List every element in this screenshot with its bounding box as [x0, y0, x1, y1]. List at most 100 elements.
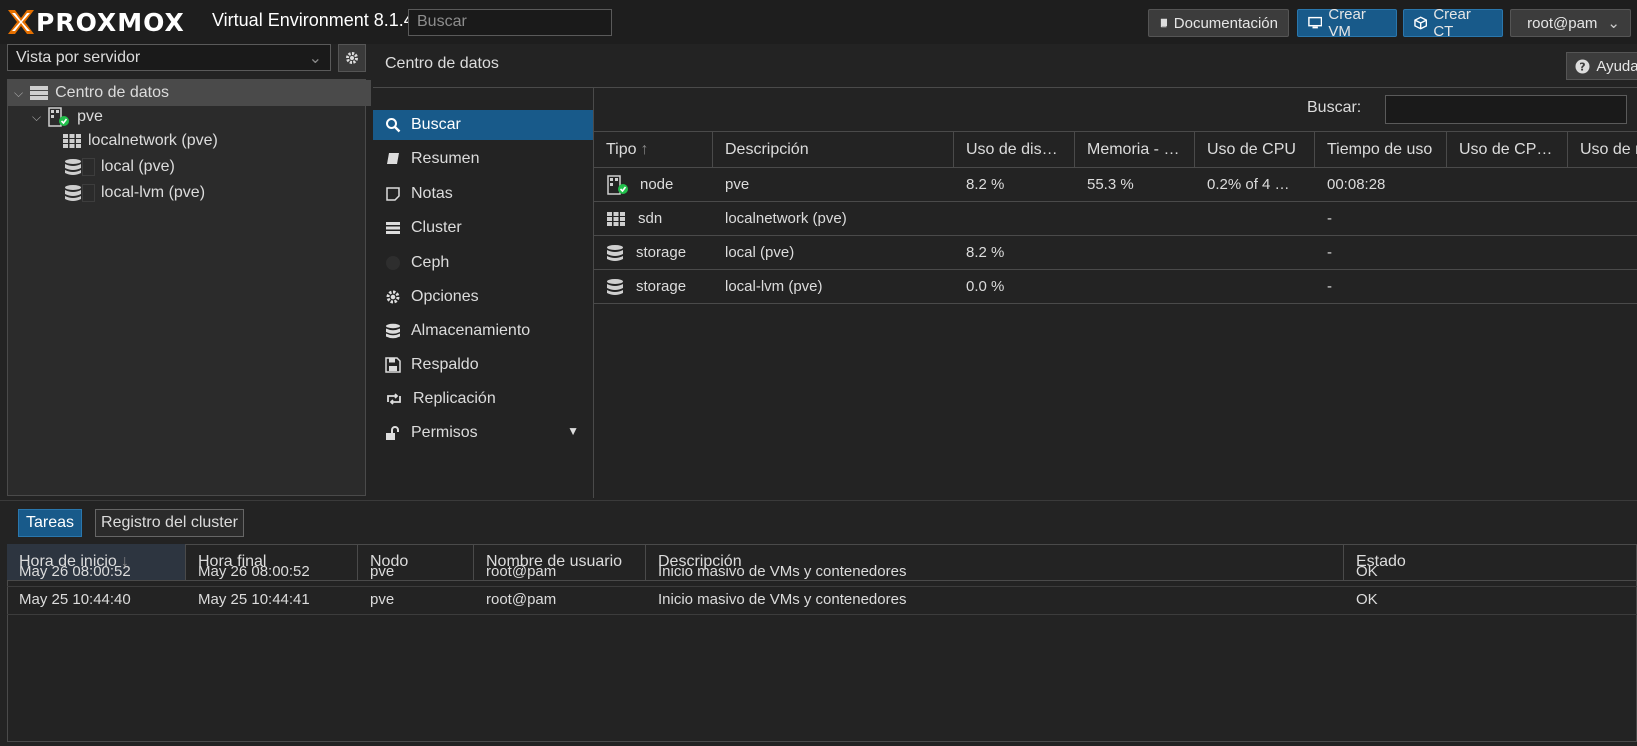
tree-settings-button[interactable]	[338, 44, 366, 72]
grid-icon	[63, 134, 81, 148]
logo-wordmark: PROXMOX	[36, 7, 185, 37]
nav-item-opciones[interactable]: Opciones	[373, 282, 593, 312]
floppy-icon	[385, 357, 401, 373]
server-icon	[30, 86, 49, 100]
tree-item-storage-local-lvm[interactable]: local-lvm (pve)	[64, 180, 205, 206]
database-icon	[65, 185, 81, 201]
cell-type: sdn	[594, 202, 713, 235]
nav-item-replicacion[interactable]: Replicación	[373, 384, 593, 414]
cell-user: root@pam	[486, 563, 557, 580]
status-placeholder	[82, 158, 95, 176]
cell-uptime: -	[1327, 244, 1332, 261]
user-menu-button[interactable]: root@pam ⌄	[1510, 9, 1631, 37]
tab-tasks[interactable]: Tareas	[18, 509, 82, 537]
sort-asc-icon: ↑	[640, 140, 649, 158]
panel-splitter[interactable]	[0, 500, 1637, 501]
cell-memory	[1075, 270, 1195, 303]
tree-item-sdn[interactable]: localnetwork (pve)	[62, 128, 218, 154]
table-row[interactable]: node pve 8.2 % 55.3 % 0.2% of 4 … 00:08:…	[594, 168, 1637, 202]
column-header-cpu[interactable]: Uso de CPU	[1195, 132, 1315, 167]
grid-search-input[interactable]	[1385, 95, 1627, 124]
column-label: Uso de CP…	[1459, 140, 1553, 158]
task-row[interactable]: May 26 08:00:52 May 26 08:00:52 pve root…	[7, 557, 1637, 587]
tree-item-storage-local[interactable]: local (pve)	[64, 154, 175, 180]
global-search-input[interactable]: Buscar	[408, 9, 612, 36]
chevron-down-icon: ⌄	[308, 50, 322, 67]
server-icon	[386, 222, 400, 234]
cell-description: localnetwork (pve)	[725, 210, 847, 227]
chevron-down-icon: ⌄	[1607, 15, 1620, 32]
nav-label: Notas	[411, 185, 453, 202]
documentation-button[interactable]: Documentación	[1148, 9, 1289, 37]
nav-item-permisos[interactable]: Permisos ▼	[373, 418, 593, 448]
tab-cluster-log[interactable]: Registro del cluster	[95, 509, 244, 537]
task-row[interactable]: May 25 10:44:40 May 25 10:44:41 pve root…	[7, 585, 1637, 615]
tree-label-sdn: localnetwork (pve)	[88, 132, 218, 149]
create-ct-button[interactable]: Crear CT	[1403, 6, 1503, 40]
nav-label: Respaldo	[411, 356, 479, 373]
cell-description: Inicio masivo de VMs y contenedores	[658, 591, 907, 608]
nav-item-ceph[interactable]: Ceph	[373, 248, 593, 278]
column-header-type[interactable]: Tipo ↑	[594, 132, 713, 167]
cell-type: storage	[594, 236, 713, 269]
cell-memory: 55.3 %	[1087, 176, 1134, 193]
column-header-cpu-usage[interactable]: Uso de CP…	[1447, 132, 1568, 167]
proxmox-logo[interactable]: PROXMOX	[6, 7, 185, 37]
cell-memory	[1075, 236, 1195, 269]
help-button[interactable]: ? Ayuda	[1566, 52, 1637, 80]
nav-item-notas[interactable]: Notas	[373, 179, 593, 209]
resource-grid-header: Tipo ↑ Descripción Uso de dis… Memoria -…	[594, 131, 1637, 168]
cell-memory	[1075, 202, 1195, 235]
cell-status: OK	[1356, 591, 1378, 608]
tree-item-datacenter[interactable]: ⌵ Centro de datos	[8, 80, 371, 106]
nav-item-buscar[interactable]: Buscar	[373, 110, 593, 140]
nav-item-respaldo[interactable]: Respaldo	[373, 350, 593, 380]
nav-label: Permisos	[411, 424, 478, 441]
chevron-down-icon: ⌵	[14, 85, 24, 100]
nav-item-cluster[interactable]: Cluster	[373, 213, 593, 243]
type-label: sdn	[638, 210, 663, 227]
cell-uptime: -	[1327, 278, 1332, 295]
cell-node: pve	[370, 591, 395, 608]
column-header-description[interactable]: Descripción	[713, 132, 954, 167]
cell-description: local-lvm (pve)	[725, 278, 823, 295]
view-selector[interactable]: Vista por servidor ⌄	[7, 44, 331, 71]
column-label: Descripción	[725, 140, 809, 158]
caret-down-icon: ▼	[567, 424, 579, 438]
ceph-icon	[386, 256, 400, 270]
cell-start: May 26 08:00:52	[19, 563, 131, 580]
cell-disk	[954, 202, 1075, 235]
table-row[interactable]: storage local-lvm (pve) 0.0 % -	[594, 270, 1637, 304]
column-header-uptime[interactable]: Tiempo de uso	[1315, 132, 1447, 167]
gear-icon	[386, 290, 400, 304]
database-icon	[607, 278, 623, 295]
cell-cpu	[1195, 236, 1315, 269]
nav-label: Almacenamiento	[411, 322, 531, 339]
cell-end: May 25 10:44:41	[198, 591, 310, 608]
cell-cpu	[1195, 270, 1315, 303]
documentation-label: Documentación	[1173, 14, 1278, 32]
create-vm-button[interactable]: Crear VM	[1297, 6, 1397, 40]
cell-end: May 26 08:00:52	[198, 563, 310, 580]
node-online-icon	[48, 107, 70, 127]
tree-item-node-pve[interactable]: ⌵ pve	[32, 104, 103, 130]
column-header-extra[interactable]: Uso de r	[1568, 132, 1637, 167]
column-label: Uso de r	[1580, 140, 1637, 158]
cell-disk: 8.2 %	[966, 176, 1005, 193]
cell-node: pve	[370, 563, 395, 580]
nav-label: Resumen	[411, 150, 480, 167]
table-row[interactable]: sdn localnetwork (pve) -	[594, 202, 1637, 236]
nav-item-resumen[interactable]: Resumen	[373, 144, 593, 174]
table-row[interactable]: storage local (pve) 8.2 % -	[594, 236, 1637, 270]
status-placeholder	[82, 184, 95, 202]
note-icon	[386, 187, 400, 201]
cell-cpu: 0.2% of 4 …	[1207, 176, 1290, 193]
column-header-disk[interactable]: Uso de dis…	[954, 132, 1075, 167]
cell-type: node	[594, 168, 713, 201]
grid-search-label: Buscar:	[1307, 99, 1362, 116]
nav-label: Cluster	[411, 219, 462, 236]
column-label: Uso de CPU	[1207, 140, 1296, 158]
column-header-memory[interactable]: Memoria - …	[1075, 132, 1195, 167]
chevron-down-icon: ⌵	[32, 109, 42, 124]
nav-item-almacenamiento[interactable]: Almacenamiento	[373, 316, 593, 346]
